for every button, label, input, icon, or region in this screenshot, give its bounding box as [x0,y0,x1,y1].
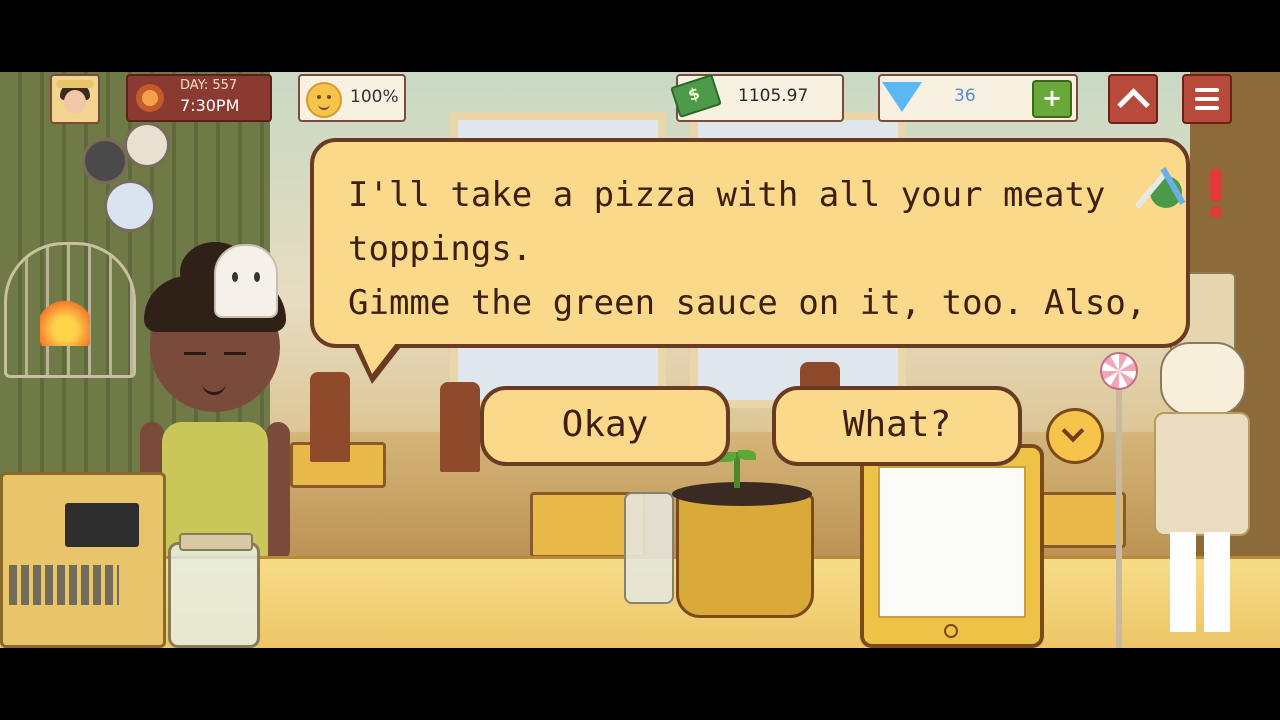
speech-bubble-tail-fill [356,338,400,374]
what-button[interactable]: What? [772,386,1022,466]
tools-icon [1136,167,1186,209]
gem-panel: 36 + [878,74,1078,122]
gem-count: 36 [954,86,976,106]
cash-register [0,472,166,648]
tablet-home-button [944,624,958,638]
lollipop-icon [1100,352,1138,390]
mood-face-icon [306,82,342,118]
avatar-hat [56,80,94,88]
pot-soil [672,482,812,506]
money-panel: 1105.97 [670,73,844,122]
register-screen [65,503,139,547]
money-icon [670,73,722,119]
day-counter: DAY: 557 [180,78,238,93]
decor-plate [82,138,128,184]
tablet-screen [878,466,1026,618]
chair [310,372,350,462]
game-scene: DAY: 557 7:30PM 100% 1105.97 36 + I'll t… [0,72,1280,648]
ghost-icon [214,244,278,318]
player-avatar[interactable] [50,74,100,124]
order-tablet[interactable] [860,444,1044,648]
plant-pot [676,494,814,618]
menu-icon[interactable] [1182,74,1232,124]
customer-eye [224,352,246,355]
chevron-up-icon[interactable] [1108,74,1158,124]
nutcracker-body [1154,412,1250,536]
tip-jar [168,533,260,648]
mood-panel: 100% [298,74,406,122]
gem-icon [882,82,922,112]
clock-time: 7:30PM [180,96,240,115]
decor-plate [104,180,156,232]
money-amount: 1105.97 [738,86,809,106]
fire-icon [40,290,90,346]
alert-icon [1206,168,1224,218]
chevron-down-icon[interactable] [1046,408,1104,464]
lollipop-stick [1116,362,1122,648]
customer-arm [266,422,290,562]
register-keyboard [9,565,119,605]
speech-bubble: I'll take a pizza with all your meaty to… [310,138,1190,348]
nutcracker-legs [1170,532,1230,632]
avatar-face [64,90,86,114]
mood-percent: 100% [350,87,399,107]
day-time-panel: DAY: 557 7:30PM [126,74,272,122]
dialog-text: I'll take a pizza with all your meaty to… [348,175,1147,323]
decor-plate [124,122,170,168]
okay-button[interactable]: Okay [480,386,730,466]
glass-bottle [624,492,674,604]
customer-eye [184,352,206,355]
add-gems-button[interactable]: + [1032,80,1072,118]
sprout-icon [718,450,756,488]
chair [440,382,480,472]
nutcracker-face [1160,342,1246,416]
sun-icon [136,84,164,112]
